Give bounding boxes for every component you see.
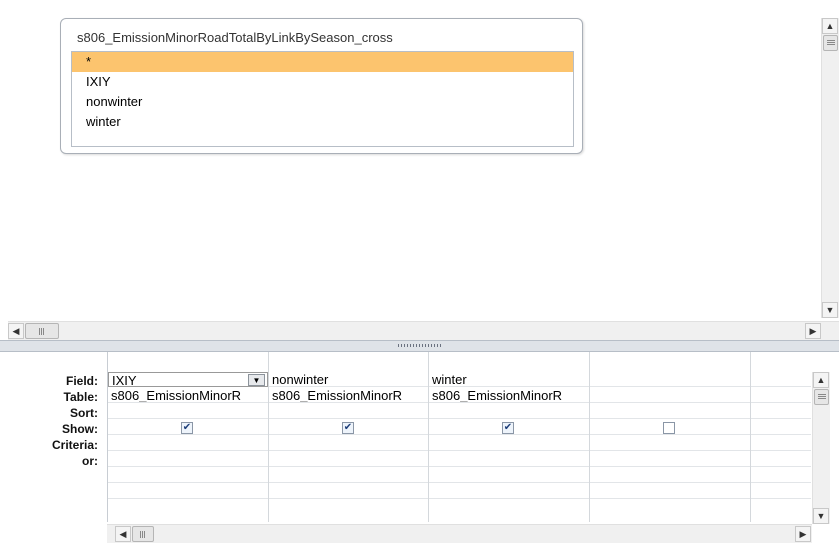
field-cell[interactable] [590,372,750,387]
splitter-grip[interactable] [398,344,442,347]
scroll-right-arrow-icon[interactable]: ▶ [795,526,811,542]
table-cell[interactable]: s806_EmissionMinorR [269,388,428,403]
grid-column[interactable] [590,352,751,522]
field-cell[interactable]: nonwinter [269,372,428,387]
grid-column[interactable]: winter s806_EmissionMinorR ✔ [429,352,590,522]
design-pane-vertical-scrollbar[interactable]: ▲ ▼ [821,18,839,318]
empty-cell[interactable] [429,484,589,499]
field-list-item[interactable]: nonwinter [72,92,573,112]
empty-cell[interactable] [108,468,268,483]
show-cell[interactable]: ✔ [108,420,268,435]
show-checkbox[interactable]: ✔ [502,422,514,434]
row-label-sort: Sort: [70,406,98,420]
row-label-criteria: Criteria: [51,438,98,452]
row-label-show: Show: [62,422,98,436]
field-list-window[interactable]: s806_EmissionMinorRoadTotalByLinkBySeaso… [60,18,583,154]
empty-cell[interactable] [751,468,811,483]
table-cell[interactable] [590,388,750,403]
scrollbar-thumb[interactable] [814,389,829,405]
scroll-up-arrow-icon[interactable]: ▲ [822,18,838,34]
show-cell[interactable] [590,420,750,435]
scroll-up-arrow-icon[interactable]: ▲ [813,372,829,388]
scroll-down-arrow-icon[interactable]: ▼ [813,508,829,524]
scroll-right-arrow-icon[interactable]: ▶ [805,323,821,339]
grid-column[interactable] [751,352,811,522]
sort-cell[interactable] [751,404,811,419]
empty-cell[interactable] [108,484,268,499]
field-list-item[interactable]: * [72,52,573,72]
table-cell[interactable]: s806_EmissionMinorR [429,388,589,403]
field-cell[interactable] [751,372,811,387]
or-cell[interactable] [269,452,428,467]
table-cell[interactable]: s806_EmissionMinorR [108,388,268,403]
or-cell[interactable] [429,452,589,467]
empty-cell[interactable] [590,468,750,483]
criteria-cell[interactable] [590,436,750,451]
or-cell[interactable] [108,452,268,467]
empty-cell[interactable] [751,484,811,499]
field-value[interactable]: IXIY [112,373,137,386]
grid-vertical-scrollbar[interactable]: ▲ ▼ [812,372,830,524]
sort-cell[interactable] [269,404,428,419]
table-cell[interactable] [751,388,811,403]
query-design-pane[interactable]: s806_EmissionMinorRoadTotalByLinkBySeaso… [0,0,839,340]
criteria-cell[interactable] [751,436,811,451]
or-cell[interactable] [751,452,811,467]
scroll-down-arrow-icon[interactable]: ▼ [822,302,838,318]
grid-column[interactable]: IXIY ▼ s806_EmissionMinorR ✔ [108,352,269,522]
show-cell[interactable] [751,420,811,435]
grid-column[interactable]: nonwinter s806_EmissionMinorR ✔ [269,352,429,522]
empty-cell[interactable] [429,468,589,483]
empty-cell[interactable] [269,484,428,499]
row-label-table: Table: [63,390,98,404]
empty-cell[interactable] [269,468,428,483]
field-list-item[interactable]: IXIY [72,72,573,92]
sort-cell[interactable] [108,404,268,419]
criteria-cell[interactable] [269,436,428,451]
or-cell[interactable] [590,452,750,467]
show-checkbox[interactable]: ✔ [342,422,354,434]
chevron-down-icon[interactable]: ▼ [248,374,265,386]
show-checkbox[interactable] [663,422,675,434]
scrollbar-thumb[interactable] [25,323,59,339]
row-label-or: or: [82,454,98,468]
show-checkbox[interactable]: ✔ [181,422,193,434]
field-list[interactable]: * IXIY nonwinter winter [71,51,574,147]
grid-horizontal-scrollbar[interactable]: ◀ ▶ [107,524,812,543]
sort-cell[interactable] [429,404,589,419]
field-list-item[interactable]: winter [72,112,573,132]
scroll-left-arrow-icon[interactable]: ◀ [8,323,24,339]
pane-splitter[interactable] [0,340,839,352]
show-cell[interactable]: ✔ [269,420,428,435]
scrollbar-thumb[interactable] [132,526,154,542]
query-grid-pane[interactable]: Field: Table: Sort: Show: Criteria: or: … [0,352,839,549]
empty-cell[interactable] [590,484,750,499]
criteria-cell[interactable] [429,436,589,451]
scroll-left-arrow-icon[interactable]: ◀ [115,526,131,542]
criteria-cell[interactable] [108,436,268,451]
sort-cell[interactable] [590,404,750,419]
row-label-field: Field: [66,374,98,388]
query-design-grid[interactable]: IXIY ▼ s806_EmissionMinorR ✔ nonwinter s… [107,352,811,522]
design-pane-horizontal-scrollbar[interactable]: ◀ ▶ [8,321,839,340]
show-cell[interactable]: ✔ [429,420,589,435]
field-cell[interactable]: IXIY ▼ [108,372,268,387]
scrollbar-thumb[interactable] [823,35,838,51]
field-cell[interactable]: winter [429,372,589,387]
field-list-title[interactable]: s806_EmissionMinorRoadTotalByLinkBySeaso… [77,30,393,45]
